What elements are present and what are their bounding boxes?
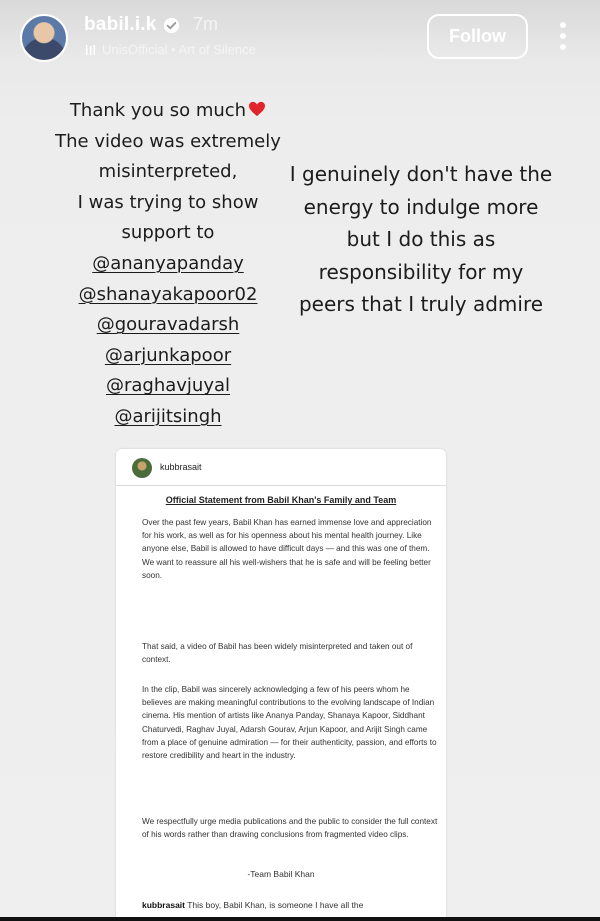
story-username[interactable]: babil.i.k xyxy=(84,14,157,36)
story-header: babil.i.k 7m UnisOfficial • Art of Silen… xyxy=(0,0,600,80)
red-heart-icon xyxy=(249,101,266,117)
statement-title: Official Statement from Babil Khan's Fam… xyxy=(165,495,397,505)
story-text-right: I genuinely don't have the energy to ind… xyxy=(258,158,584,321)
bottom-bar xyxy=(0,917,600,921)
story-timestamp: 7m xyxy=(193,14,219,34)
mention-link[interactable]: @arijitsingh xyxy=(28,402,308,433)
text-line: peers that I truly admire xyxy=(298,292,544,316)
more-options-icon[interactable] xyxy=(557,20,569,52)
text-line: energy to indulge more xyxy=(303,194,539,219)
music-label: UnisOfficial • Art of Silence xyxy=(102,42,256,57)
follow-button[interactable]: Follow xyxy=(427,14,528,59)
music-attribution[interactable]: UnisOfficial • Art of Silence xyxy=(84,42,256,57)
caption-username[interactable]: kubbrasait xyxy=(142,900,185,910)
statement-paragraph: Over the past few years, Babil Khan has … xyxy=(142,518,432,580)
post-caption: kubbrasait This boy, Babil Khan, is some… xyxy=(142,900,438,910)
music-note-icon xyxy=(86,44,95,55)
story-view: babil.i.k 7m UnisOfficial • Art of Silen… xyxy=(0,0,600,917)
text-line-content: Thank you so much xyxy=(69,100,247,121)
shared-post-avatar[interactable] xyxy=(132,458,152,478)
text-line: Thank you so much xyxy=(28,96,308,127)
statement-paragraph: In the clip, Babil was sincerely acknowl… xyxy=(142,685,437,761)
statement-paragraph: We respectfully urge media publications … xyxy=(142,817,438,840)
text-line: but I do this as xyxy=(346,227,496,251)
caption-text: This boy, Babil Khan, is someone I have … xyxy=(187,900,364,910)
shared-post-card[interactable]: kubbrasait Official Statement from Babil… xyxy=(116,449,446,917)
shared-post-username[interactable]: kubbrasait xyxy=(160,462,202,472)
statement-signature: -Team Babil Khan xyxy=(247,869,315,879)
text-line: responsibility for my xyxy=(318,259,524,284)
mention-link[interactable]: @arjunkapoor xyxy=(28,341,308,372)
mention-link[interactable]: @raghavjuyal xyxy=(28,371,308,402)
avatar[interactable] xyxy=(20,14,68,62)
text-line: I genuinely don't have the xyxy=(289,162,553,186)
shared-post-header: kubbrasait xyxy=(116,449,446,486)
verified-badge-icon xyxy=(163,17,180,34)
statement-paragraph: That said, a video of Babil has been wid… xyxy=(142,642,413,665)
text-line: The video was extremely xyxy=(55,130,281,152)
